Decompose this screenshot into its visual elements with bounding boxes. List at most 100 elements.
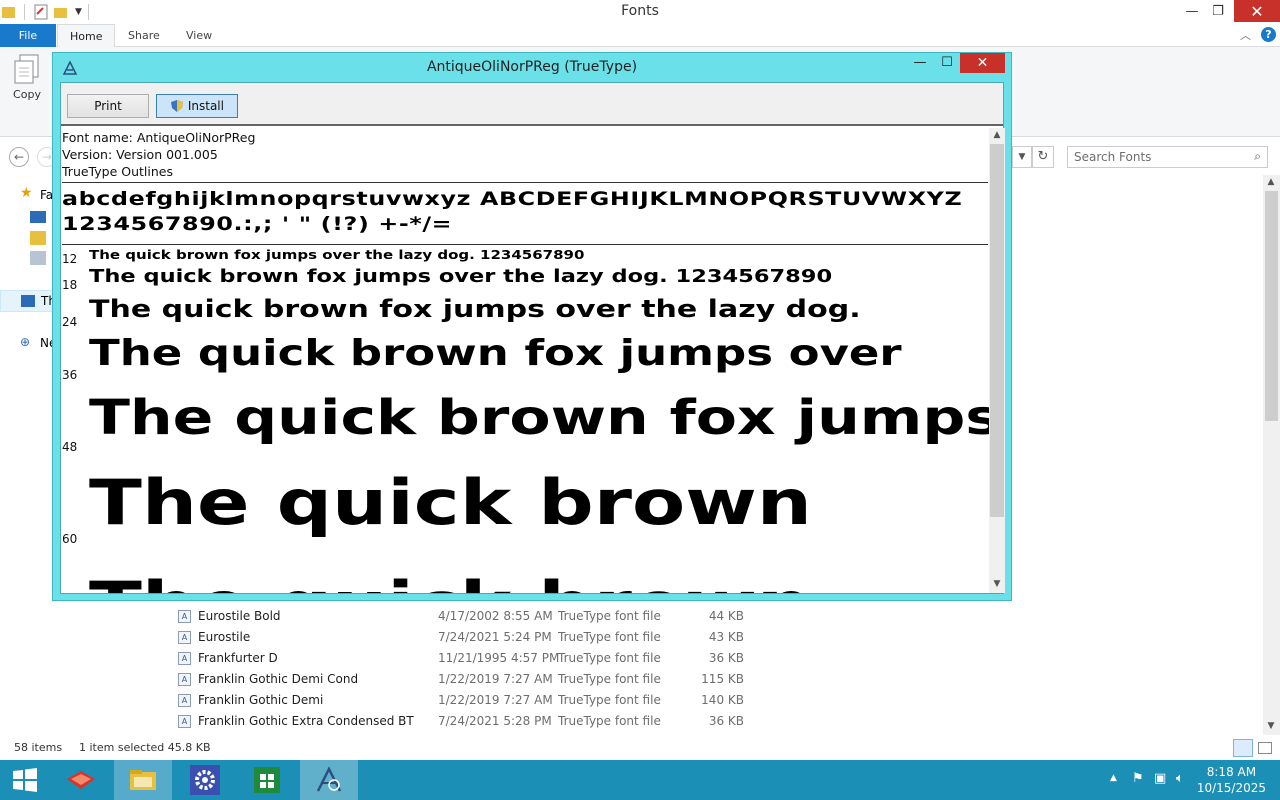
tab-share[interactable]: Share xyxy=(116,24,172,47)
file-size: 36 KB xyxy=(708,714,744,728)
file-row[interactable]: A Franklin Gothic Extra Condensed BT 7/24/… xyxy=(170,711,870,732)
downloads-icon[interactable] xyxy=(30,231,46,245)
scroll-down-icon[interactable]: ▼ xyxy=(1263,721,1279,731)
tab-file[interactable]: File xyxy=(0,24,56,47)
font-name-info: Font name: AntiqueOliNorPReg xyxy=(62,130,256,145)
details-view-icon[interactable] xyxy=(1233,739,1253,757)
size-label-60: 60 xyxy=(62,532,78,546)
copy-button[interactable]: Copy xyxy=(8,53,46,101)
file-row[interactable]: A Franklin Gothic Demi 1/22/2019 7:27 AM Tr… xyxy=(170,690,870,711)
divider xyxy=(62,244,988,245)
large-icons-view-icon[interactable] xyxy=(1258,742,1272,754)
close-icon[interactable]: ✕ xyxy=(960,53,1005,73)
copy-label: Copy xyxy=(13,88,41,101)
maximize-icon[interactable]: ☐ xyxy=(933,53,961,73)
explorer-scrollbar[interactable]: ▲ ▼ xyxy=(1263,175,1280,735)
close-icon[interactable]: ✕ xyxy=(1234,0,1280,22)
file-name: Eurostile Bold xyxy=(198,609,281,623)
file-row[interactable]: A Frankfurter D 11/21/1995 4:57 PM TrueType… xyxy=(170,648,870,669)
font-file-icon: A xyxy=(178,673,191,686)
file-explorer-icon xyxy=(130,770,156,790)
file-name: Franklin Gothic Demi xyxy=(198,693,324,707)
search-icon[interactable]: ⌕ xyxy=(1254,149,1261,164)
network-icon[interactable]: ▣ xyxy=(1154,771,1166,786)
file-type: TrueType font file xyxy=(558,672,661,686)
font-file-icon: A xyxy=(178,652,191,665)
size-label-12: 12 xyxy=(62,252,78,266)
font-file-icon: A xyxy=(178,631,191,644)
file-row[interactable]: A Franklin Gothic Demi Cond 1/22/2019 7:27… xyxy=(170,669,870,690)
address-dropdown-icon[interactable]: ▼ xyxy=(1012,146,1032,168)
item-count: 58 items xyxy=(14,741,63,754)
tab-home[interactable]: Home xyxy=(57,24,116,48)
recent-places-icon[interactable] xyxy=(30,251,46,265)
scroll-up-icon[interactable]: ▲ xyxy=(989,130,1005,140)
file-size: 44 KB xyxy=(708,609,744,623)
font-version-info: Version: Version 001.005 xyxy=(62,147,218,162)
action-center-flag-icon[interactable]: ⚑ xyxy=(1132,771,1144,786)
archive-icon xyxy=(67,771,95,789)
help-icon[interactable]: ? xyxy=(1261,27,1276,42)
sample-line-12: The quick brown fox jumps over the lazy … xyxy=(89,248,585,262)
sample-line-48: The quick brown fox jumps xyxy=(89,390,989,446)
size-label-36: 36 xyxy=(62,368,78,382)
file-size: 36 KB xyxy=(708,651,744,665)
search-placeholder: Search Fonts xyxy=(1074,150,1152,164)
tab-view[interactable]: View xyxy=(174,24,224,47)
font-file-icon: A xyxy=(178,610,191,623)
show-hidden-icons-icon[interactable]: ▲ xyxy=(1110,773,1117,783)
alphabet-sample: abcdefghijklmnopqrstuvwxyz ABCDEFGHIJKLM… xyxy=(62,188,963,210)
file-date: 7/24/2021 5:24 PM xyxy=(438,630,552,644)
taskbar-app-explorer[interactable] xyxy=(114,760,172,800)
size-label-24: 24 xyxy=(62,315,78,329)
selection-info: 1 item selected 45.8 KB xyxy=(79,741,211,754)
file-row[interactable]: A Eurostile 7/24/2021 5:24 PM TrueType font… xyxy=(170,627,870,648)
store-icon xyxy=(254,767,280,793)
nav-item-this-pc[interactable]: Th xyxy=(0,290,56,312)
taskbar-app-store[interactable] xyxy=(238,760,296,800)
clock[interactable]: 8:18 AM 10/15/2025 xyxy=(1197,764,1266,796)
copy-icon xyxy=(14,54,39,84)
font-viewer-window: AntiqueOliNorPReg (TrueType) — ☐ ✕ Print… xyxy=(52,52,1012,601)
volume-muted-icon[interactable]: 🔈︎ xyxy=(1176,771,1184,786)
print-button[interactable]: Print xyxy=(67,94,149,118)
taskbar: ▲ ⚑ ▣ 🔈︎ 8:18 AM 10/15/2025 xyxy=(0,760,1280,800)
start-button[interactable] xyxy=(0,760,50,800)
file-date: 7/24/2021 5:28 PM xyxy=(438,714,552,728)
explorer-title: Fonts xyxy=(621,3,659,19)
refresh-icon[interactable]: ↻ xyxy=(1032,146,1054,168)
taskbar-app-archive[interactable] xyxy=(52,760,110,800)
maximize-icon[interactable]: ❐ xyxy=(1202,0,1234,22)
file-type: TrueType font file xyxy=(558,714,661,728)
font-preview-scrollbar[interactable]: ▲ ▼ xyxy=(989,128,1005,593)
file-name: Franklin Gothic Extra Condensed BT xyxy=(198,714,414,728)
scroll-down-icon[interactable]: ▼ xyxy=(989,579,1005,589)
sample-line-18: The quick brown fox jumps over the lazy … xyxy=(89,266,833,287)
collapse-ribbon-icon[interactable]: ︿ xyxy=(1240,27,1251,43)
taskbar-app-settings[interactable] xyxy=(176,760,234,800)
font-viewer-toolbar: Print Install xyxy=(61,83,1003,126)
sample-line-24: The quick brown fox jumps over the lazy … xyxy=(89,295,861,323)
desktop-icon[interactable] xyxy=(30,211,46,223)
file-size: 140 KB xyxy=(701,693,744,707)
file-date: 11/21/1995 4:57 PM xyxy=(438,651,560,665)
explorer-titlebar: ▼ Fonts — ❐ ✕ xyxy=(0,0,1280,24)
back-icon[interactable]: ← xyxy=(9,147,29,167)
windows-logo-icon xyxy=(13,768,37,792)
scroll-up-icon[interactable]: ▲ xyxy=(1263,177,1279,187)
sample-line-36: The quick brown fox jumps over xyxy=(89,333,902,374)
minimize-icon[interactable]: — xyxy=(906,53,934,73)
status-bar: 58 items 1 item selected 45.8 KB xyxy=(0,737,1280,760)
scrollbar-thumb[interactable] xyxy=(1265,191,1278,421)
computer-icon xyxy=(21,295,35,307)
size-label-18: 18 xyxy=(62,278,78,292)
shield-icon xyxy=(170,98,184,112)
search-input[interactable]: Search Fonts ⌕ xyxy=(1067,146,1268,168)
scrollbar-thumb[interactable] xyxy=(990,144,1004,517)
clock-date: 10/15/2025 xyxy=(1196,781,1266,795)
ribbon-tabs: File Home Share View ︿ ? xyxy=(0,24,1280,48)
file-row[interactable]: A Eurostile Bold 4/17/2002 8:55 AM TrueType… xyxy=(170,606,870,627)
clock-time: 8:18 AM xyxy=(1206,765,1257,779)
install-button[interactable]: Install xyxy=(156,94,238,118)
taskbar-app-font-viewer[interactable] xyxy=(300,760,358,800)
